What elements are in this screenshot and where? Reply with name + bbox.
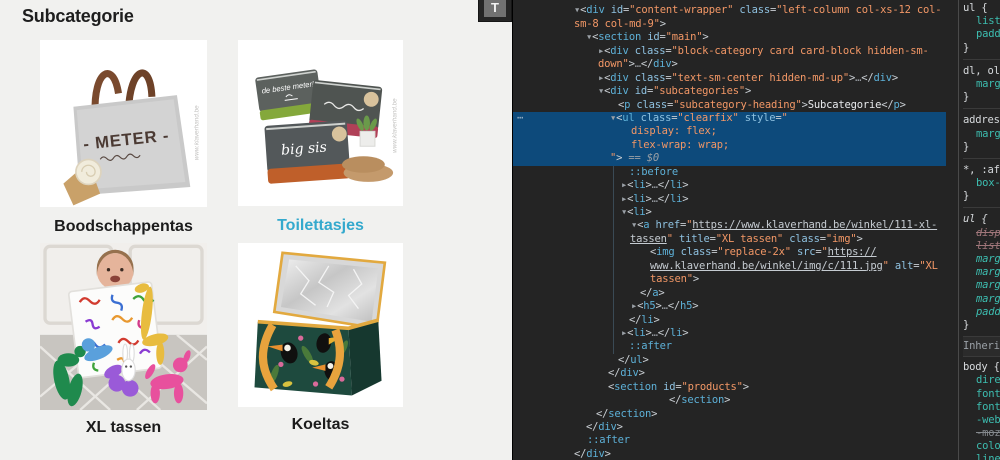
inherited-from-header: Inherite <box>963 336 1000 358</box>
devtools-styles-pane[interactable]: ul {list padd} dl, ol marg} addres marg} *, :a… <box>963 2 1000 460</box>
devtools-tree-line[interactable]: flex-wrap: wrap; <box>513 138 946 153</box>
css-rule-line[interactable]: disp <box>963 227 1000 240</box>
rule-separator <box>963 58 1000 60</box>
css-rule-line[interactable]: } <box>963 42 1000 55</box>
svg-text:www.klaverhand.be: www.klaverhand.be <box>391 98 398 153</box>
child-with-balloons-illustration <box>40 243 207 410</box>
floating-t-button[interactable]: T <box>478 0 512 22</box>
svg-text:big sis: big sis <box>281 139 328 158</box>
css-rule-line[interactable]: list <box>963 15 1000 28</box>
css-rule-line[interactable]: list <box>963 240 1000 253</box>
rule-separator <box>963 157 1000 159</box>
devtools-elements-tree[interactable]: …▾<div id="content-wrapper" class="left-… <box>513 0 946 460</box>
devtools-tree-line[interactable]: <p class="subcategory-heading">Subcatego… <box>513 99 946 112</box>
devtools-tree-line[interactable]: ▸<div class="block-category card card-bl… <box>513 45 946 58</box>
css-rule-line[interactable]: padd <box>963 28 1000 41</box>
devtools-tree-line[interactable]: ::after <box>513 434 946 447</box>
toiletry-pouches-illustration: www.klaverhand.be de beste meter! big si… <box>238 40 403 206</box>
css-rule-line[interactable]: addres <box>963 114 1000 127</box>
t-button-glyph: T <box>484 0 506 17</box>
devtools-tree-line[interactable]: <section id="products"> <box>513 381 946 394</box>
css-rule-line[interactable]: colo <box>963 440 1000 453</box>
product-image-toilettasjes[interactable]: www.klaverhand.be de beste meter! big si… <box>238 40 403 206</box>
devtools-tree-line[interactable]: ▸<li>…</li> <box>513 193 946 206</box>
devtools-tree-line[interactable]: ▾<div id="content-wrapper" class="left-c… <box>513 4 946 17</box>
product-card-boodschappentas[interactable]: www.klaverhand.be - METER - Boodschappen… <box>40 40 207 236</box>
product-card-toilettasjes[interactable]: www.klaverhand.be de beste meter! big si… <box>238 40 403 235</box>
devtools-tree-line[interactable]: </section> <box>513 408 946 421</box>
css-rule-line[interactable]: -moz <box>963 427 1000 440</box>
css-rule-line[interactable]: dl, ol <box>963 65 1000 78</box>
svg-text:www.klaverhand.be: www.klaverhand.be <box>194 105 201 160</box>
product-image-boodschappentas[interactable]: www.klaverhand.be - METER - <box>40 40 207 207</box>
css-rule-line[interactable]: } <box>963 190 1000 203</box>
css-rule-line[interactable]: marg <box>963 78 1000 91</box>
devtools-tree-line[interactable]: ⋯ ▾<ul class="clearfix" style=" <box>513 111 946 126</box>
devtools-tree-line[interactable]: tassen" title="XL tassen" class="img"> <box>513 233 946 246</box>
devtools-tree-line[interactable]: display: flex; <box>513 125 946 139</box>
cooler-bag-illustration <box>238 243 403 407</box>
devtools-tree-line[interactable]: </div> <box>513 448 946 460</box>
devtools-tree-line[interactable]: ::before <box>513 166 946 179</box>
css-rule-line[interactable]: line <box>963 453 1000 460</box>
devtools-tree-line[interactable]: sm-8 col-md-9"> <box>513 18 946 31</box>
devtools-tree-line[interactable]: </a> <box>513 287 946 300</box>
css-rule-line[interactable]: } <box>963 91 1000 104</box>
product-image-xl-tassen[interactable] <box>40 243 207 410</box>
devtools-panel: …▾<div id="content-wrapper" class="left-… <box>512 0 1000 460</box>
devtools-tree-line[interactable]: </section> <box>513 394 946 407</box>
devtools-tree-line[interactable]: ▾<section id="main"> <box>513 31 946 44</box>
devtools-tree-line[interactable]: <img class="replace-2x" src="https:// <box>513 246 946 259</box>
devtools-tree-line[interactable]: </li> <box>513 314 946 327</box>
product-label[interactable]: Toilettasjes <box>238 217 403 235</box>
css-rule-line[interactable]: body { <box>963 361 1000 374</box>
product-card-xl-tassen[interactable]: XL tassen <box>40 243 207 437</box>
css-rule-line[interactable]: ul { <box>963 2 1000 15</box>
css-rule-line[interactable]: font <box>963 388 1000 401</box>
devtools-tree-line[interactable]: </ul> <box>513 354 946 367</box>
devtools-tree-line[interactable]: ▸<h5>…</h5> <box>513 300 946 313</box>
devtools-tree-line[interactable]: ▸<li>…</li> <box>513 179 946 192</box>
css-rule-line[interactable]: marg <box>963 266 1000 279</box>
devtools-tree-line[interactable]: "> == $0 <box>513 152 946 166</box>
devtools-tree-line[interactable]: ▾<div id="subcategories"> <box>513 85 946 98</box>
devtools-tree-line[interactable]: ::after <box>513 340 946 353</box>
webpage-panel: Subcategorie www.klaverhand.be - METER -… <box>0 0 512 460</box>
devtools-tree-line[interactable]: tassen"> <box>513 273 946 286</box>
css-rule-line[interactable]: padd <box>963 306 1000 319</box>
css-rule-line[interactable]: } <box>963 319 1000 332</box>
more-actions-icon[interactable]: ⋯ <box>517 112 524 125</box>
felt-tote-bag-illustration: www.klaverhand.be - METER - <box>40 40 207 207</box>
css-rule-line[interactable]: } <box>963 141 1000 154</box>
css-rule-line[interactable]: marg <box>963 293 1000 306</box>
css-rule-line[interactable]: marg <box>963 279 1000 292</box>
css-rule-line[interactable]: box- <box>963 177 1000 190</box>
css-rule-line[interactable]: marg <box>963 253 1000 266</box>
product-label[interactable]: XL tassen <box>40 419 207 437</box>
indent-guide-line <box>613 166 614 354</box>
panel-divider[interactable] <box>958 0 959 460</box>
css-rule-line[interactable]: ul { <box>963 213 1000 226</box>
devtools-tree-line[interactable]: ▾<li> <box>513 206 946 219</box>
page-title: Subcategorie <box>22 6 134 26</box>
devtools-tree-line[interactable]: ▾<a href="https://www.klaverhand.be/wink… <box>513 219 946 232</box>
css-rule-line[interactable]: *, :af <box>963 164 1000 177</box>
css-rule-line[interactable]: font <box>963 401 1000 414</box>
devtools-tree-line[interactable]: ▸<li>…</li> <box>513 327 946 340</box>
rule-separator <box>963 207 1000 209</box>
devtools-tree-line[interactable]: </div> <box>513 421 946 434</box>
devtools-tree-line[interactable]: www.klaverhand.be/winkel/img/c/111.jpg" … <box>513 260 946 273</box>
css-rule-line[interactable]: marg <box>963 128 1000 141</box>
product-label[interactable]: Boodschappentas <box>40 218 207 236</box>
product-label[interactable]: Koeltas <box>238 416 403 434</box>
css-rule-line[interactable]: dire <box>963 374 1000 387</box>
product-image-koeltas[interactable] <box>238 243 403 407</box>
css-rule-line[interactable]: -web <box>963 414 1000 427</box>
product-card-koeltas[interactable]: Koeltas <box>238 243 403 434</box>
rule-separator <box>963 108 1000 110</box>
devtools-tree-line[interactable]: down">…</div> <box>513 58 946 71</box>
devtools-tree-line[interactable]: ▸<div class="text-sm-center hidden-md-up… <box>513 72 946 85</box>
devtools-tree-line[interactable]: </div> <box>513 367 946 380</box>
